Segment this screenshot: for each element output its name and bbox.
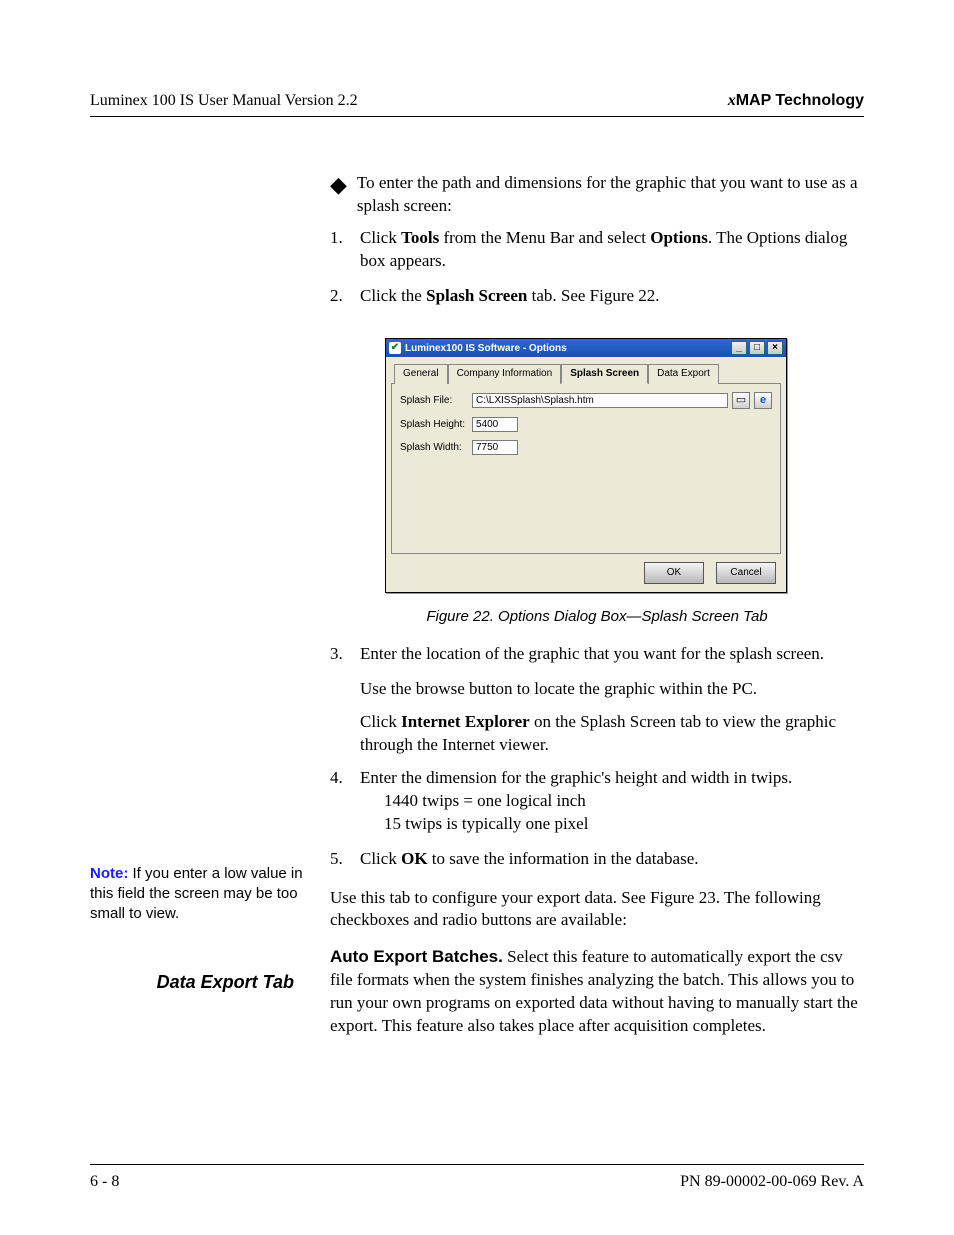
bullet-diamond-icon: ◆ xyxy=(330,174,347,218)
step-number-3: 3. xyxy=(330,643,360,666)
splash-height-input[interactable] xyxy=(472,417,518,432)
header-left: Luminex 100 IS User Manual Version 2.2 xyxy=(90,90,358,112)
dialog-title: Luminex100 IS Software - Options xyxy=(405,342,567,356)
note-block: Note: If you enter a low value in this f… xyxy=(90,864,312,925)
cancel-button[interactable]: Cancel xyxy=(716,562,776,584)
dialog-tabs: General Company Information Splash Scree… xyxy=(386,357,786,383)
auto-export-runin: Auto Export Batches. xyxy=(330,947,503,966)
app-icon: ✔ xyxy=(389,342,401,354)
ok-button[interactable]: OK xyxy=(644,562,704,584)
step-number-2: 2. xyxy=(330,285,360,308)
intro-text: To enter the path and dimensions for the… xyxy=(357,172,864,218)
tab-data-export[interactable]: Data Export xyxy=(648,364,719,384)
internet-explorer-button[interactable]: e xyxy=(754,392,772,409)
folder-icon: ▭ xyxy=(736,395,746,406)
browse-button[interactable]: ▭ xyxy=(732,392,750,409)
step-4-sub2: 15 twips is typically one pixel xyxy=(384,813,864,836)
minimize-button[interactable]: _ xyxy=(731,341,747,355)
step-3-body: Enter the location of the graphic that y… xyxy=(360,643,864,666)
step-3-p2: Use the browse button to locate the grap… xyxy=(360,678,864,701)
ie-icon: e xyxy=(760,395,766,406)
step-4-sub1: 1440 twips = one logical inch xyxy=(384,790,864,813)
header-x: x xyxy=(728,92,736,109)
data-export-intro: Use this tab to configure your export da… xyxy=(330,887,864,933)
step-2-body: Click the Splash Screen tab. See Figure … xyxy=(360,285,864,308)
dialog-button-bar: OK Cancel xyxy=(386,554,786,592)
footer-page-number: 6 - 8 xyxy=(90,1171,119,1193)
auto-export-batches-paragraph: Auto Export Batches. Select this feature… xyxy=(330,946,864,1038)
figure-caption: Figure 22. Options Dialog Box—Splash Scr… xyxy=(330,607,864,627)
page-footer: 6 - 8 PN 89-00002-00-069 Rev. A xyxy=(90,1164,864,1193)
step-number-1: 1. xyxy=(330,227,360,273)
splash-width-input[interactable] xyxy=(472,440,518,455)
options-dialog: ✔ Luminex100 IS Software - Options _ □ ×… xyxy=(385,338,787,593)
page-header: Luminex 100 IS User Manual Version 2.2 x… xyxy=(90,90,864,117)
splash-file-input[interactable] xyxy=(472,393,728,408)
tab-company-information[interactable]: Company Information xyxy=(448,364,562,384)
tab-splash-screen[interactable]: Splash Screen xyxy=(561,364,648,384)
label-splash-width: Splash Width: xyxy=(400,441,468,455)
header-right: xMAP Technology xyxy=(728,90,864,112)
dialog-tab-panel: Splash File: ▭ e Splash Height: Splash W… xyxy=(391,383,781,554)
label-splash-file: Splash File: xyxy=(400,394,468,408)
tab-general[interactable]: General xyxy=(394,364,448,384)
maximize-button[interactable]: □ xyxy=(749,341,765,355)
step-3-p3: Click Internet Explorer on the Splash Sc… xyxy=(360,711,864,757)
label-splash-height: Splash Height: xyxy=(400,418,468,432)
footer-part-number: PN 89-00002-00-069 Rev. A xyxy=(680,1171,864,1193)
step-1-body: Click Tools from the Menu Bar and select… xyxy=(360,227,864,273)
step-number-4: 4. xyxy=(330,767,360,836)
header-brand: MAP Technology xyxy=(736,92,864,109)
close-button[interactable]: × xyxy=(767,341,783,355)
section-heading-data-export: Data Export Tab xyxy=(90,970,312,994)
dialog-title-bar: ✔ Luminex100 IS Software - Options _ □ × xyxy=(386,339,786,357)
step-4-body: Enter the dimension for the graphic's he… xyxy=(360,767,864,836)
step-5-body: Click OK to save the information in the … xyxy=(360,848,864,871)
step-number-5: 5. xyxy=(330,848,360,871)
note-label: Note: xyxy=(90,865,128,882)
